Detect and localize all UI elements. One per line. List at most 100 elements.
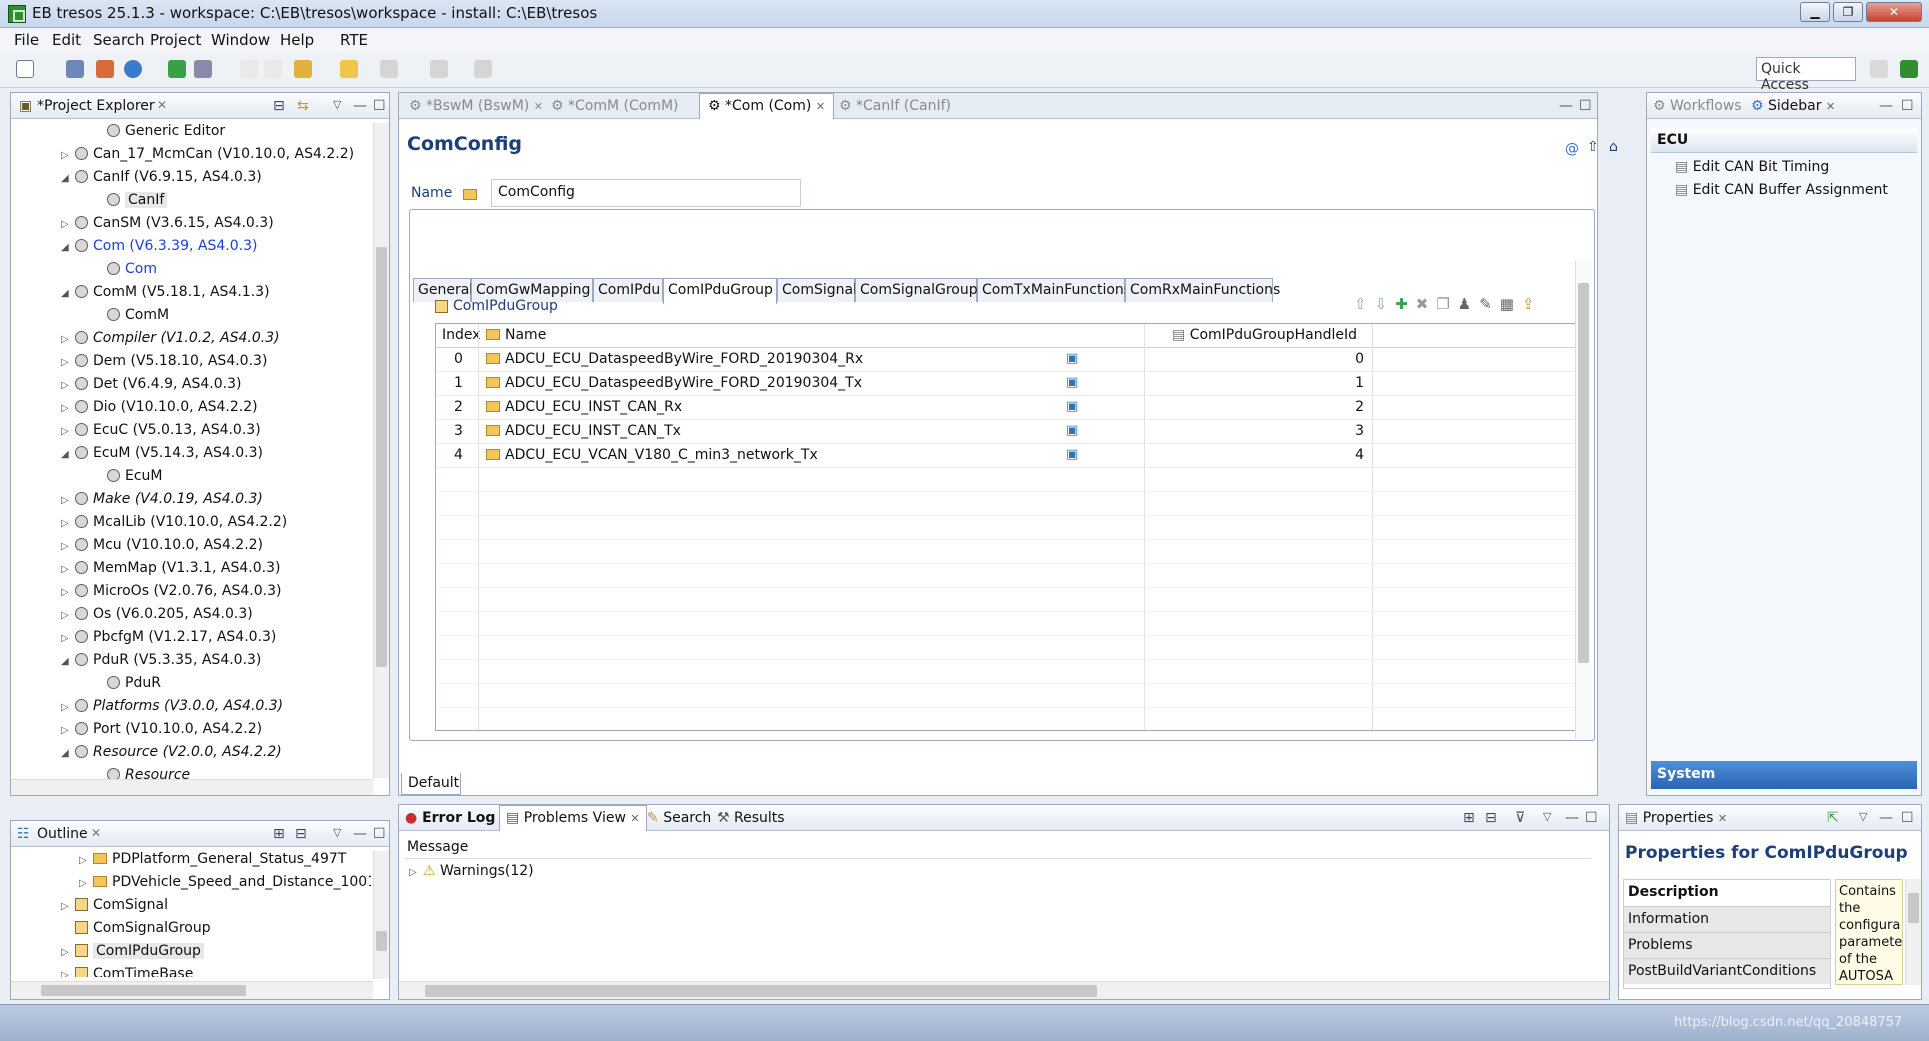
row-handle-id[interactable]: 1 bbox=[1216, 375, 1364, 391]
project-tree-item[interactable]: ComM bbox=[93, 307, 169, 323]
collapsed-arrow-icon[interactable]: ▷ bbox=[61, 587, 75, 598]
user-icon[interactable]: ♟ bbox=[1458, 295, 1479, 313]
open-perspective-icon[interactable] bbox=[1870, 60, 1888, 78]
new-icon[interactable] bbox=[16, 60, 34, 78]
expanded-arrow-icon[interactable]: ◢ bbox=[61, 173, 75, 184]
maximize-view-icon[interactable]: ☐ bbox=[1579, 98, 1592, 114]
table-icon[interactable]: ▦ bbox=[1500, 295, 1522, 313]
perspective-icon[interactable] bbox=[1900, 60, 1918, 78]
table-row[interactable]: 3 ADCU_ECU_INST_CAN_Tx ▣ 3 bbox=[436, 420, 1578, 444]
pin-icon[interactable]: ⇱ bbox=[1827, 810, 1839, 826]
project-tree-item[interactable]: Com bbox=[93, 261, 157, 277]
minimize-view-icon[interactable]: — bbox=[353, 826, 367, 842]
collapsed-arrow-icon[interactable]: ▷ bbox=[61, 725, 75, 736]
edit-can-bit-timing-link[interactable]: ▤ Edit CAN Bit Timing bbox=[1675, 159, 1829, 175]
project-tree-item[interactable]: ▷ PbcfgM (V1.2.17, AS4.0.3) bbox=[61, 629, 276, 645]
up-icon[interactable]: ⇧ bbox=[1587, 139, 1599, 155]
minimize-view-icon[interactable]: — bbox=[1565, 810, 1579, 826]
row-name[interactable]: ADCU_ECU_DataspeedByWire_FORD_20190304_R… bbox=[486, 351, 863, 367]
collapsed-arrow-icon[interactable]: ▷ bbox=[61, 380, 75, 391]
collapsed-arrow-icon[interactable]: ▷ bbox=[61, 426, 75, 437]
quick-access-input[interactable]: Quick Access bbox=[1756, 57, 1856, 93]
project-tree-item[interactable]: ◢ CanIf (V6.9.15, AS4.0.3) bbox=[61, 169, 262, 185]
collapsed-arrow-icon[interactable]: ▷ bbox=[61, 610, 75, 621]
results-tab[interactable]: ⚒ Results bbox=[717, 810, 785, 826]
view-menu-icon[interactable]: ▽ bbox=[1859, 810, 1867, 823]
menu-window[interactable]: Window bbox=[211, 31, 270, 49]
undo-icon[interactable] bbox=[240, 60, 258, 78]
menu-rte[interactable]: RTE bbox=[340, 31, 368, 49]
nav-up-icon[interactable] bbox=[430, 60, 448, 78]
project-tree-item[interactable]: ▷ Can_17_McmCan (V10.10.0, AS4.2.2) bbox=[61, 146, 354, 162]
menu-project[interactable]: Project bbox=[150, 31, 201, 49]
globe-icon[interactable] bbox=[124, 60, 142, 78]
table-row[interactable]: 1 ADCU_ECU_DataspeedByWire_FORD_20190304_… bbox=[436, 372, 1578, 396]
project-tree-item[interactable]: ▷ Det (V6.4.9, AS4.0.3) bbox=[61, 376, 241, 392]
maximize-view-icon[interactable]: ☐ bbox=[373, 98, 386, 114]
home-icon[interactable]: ⌂ bbox=[1609, 139, 1618, 155]
maximize-icon[interactable]: ❐ bbox=[1833, 2, 1863, 22]
maximize-view-icon[interactable]: ☐ bbox=[1901, 98, 1914, 114]
project-tree-item[interactable]: ▷ McalLib (V10.10.0, AS4.2.2) bbox=[61, 514, 287, 530]
project-tree-item[interactable]: ◢ PduR (V5.3.35, AS4.0.3) bbox=[61, 652, 261, 668]
collapse-all-icon[interactable]: ⊟ bbox=[273, 98, 285, 114]
project-tree-item[interactable]: CanIf bbox=[93, 192, 168, 208]
minimize-view-icon[interactable]: — bbox=[1559, 98, 1573, 114]
expanded-arrow-icon[interactable]: ◢ bbox=[61, 656, 75, 667]
subtab-comtxmainfunctions[interactable]: ComTxMainFunctions bbox=[977, 278, 1131, 302]
row-handle-id[interactable]: 3 bbox=[1216, 423, 1364, 439]
check-icon[interactable] bbox=[168, 60, 186, 78]
ecu-group-header[interactable]: ECU bbox=[1651, 129, 1917, 153]
subtab-comsignal[interactable]: ComSignal bbox=[777, 278, 857, 302]
system-group-header[interactable]: System bbox=[1651, 761, 1917, 789]
minimize-view-icon[interactable]: — bbox=[1879, 810, 1893, 826]
row-handle-id[interactable]: 4 bbox=[1216, 447, 1364, 463]
sidebar-tab[interactable]: ⚙ Sidebar ✕ bbox=[1751, 98, 1835, 114]
maximize-view-icon[interactable]: ☐ bbox=[1901, 810, 1914, 826]
outline-vscroll[interactable] bbox=[373, 851, 389, 979]
wand-icon[interactable] bbox=[294, 60, 312, 78]
project-tree-item[interactable]: ▷ Os (V6.0.205, AS4.0.3) bbox=[61, 606, 253, 622]
view-menu-icon[interactable]: ▽ bbox=[333, 98, 341, 111]
row-handle-id[interactable]: 0 bbox=[1216, 351, 1364, 367]
row-name[interactable]: ADCU_ECU_INST_CAN_Tx bbox=[486, 423, 681, 439]
project-tree-item[interactable]: ◢ Com (V6.3.39, AS4.0.3) bbox=[61, 238, 257, 254]
editor-tab-comm[interactable]: ⚙ *ComM (ComM) bbox=[551, 98, 679, 114]
editor-tab-bswm[interactable]: ⚙ *BswM (BswM) ✕ bbox=[409, 98, 543, 114]
close-icon[interactable]: ✕ bbox=[157, 98, 167, 112]
collapsed-arrow-icon[interactable]: ▷ bbox=[61, 901, 75, 912]
menu-search[interactable]: Search bbox=[93, 31, 145, 49]
collapsed-arrow-icon[interactable]: ▷ bbox=[79, 855, 93, 866]
edit-icon[interactable] bbox=[96, 60, 114, 78]
project-tree-item[interactable]: ▷ Mcu (V10.10.0, AS4.2.2) bbox=[61, 537, 263, 553]
expanded-arrow-icon[interactable]: ◢ bbox=[61, 449, 75, 460]
maximize-view-icon[interactable]: ☐ bbox=[373, 826, 386, 842]
collapsed-arrow-icon[interactable]: ▷ bbox=[61, 219, 75, 230]
editor-tab-com[interactable]: ⚙ *Com (Com) ✕ bbox=[699, 93, 835, 119]
outline-hscroll[interactable] bbox=[11, 981, 373, 999]
move-down-icon[interactable]: ⇩ bbox=[1375, 295, 1396, 313]
view-menu-icon[interactable]: ▽ bbox=[1543, 810, 1551, 823]
default-tab[interactable]: Default bbox=[401, 773, 461, 795]
pencil-icon[interactable]: ✎ bbox=[1479, 295, 1500, 313]
collapsed-arrow-icon[interactable]: ▷ bbox=[61, 334, 75, 345]
collapsed-arrow-icon[interactable]: ▷ bbox=[61, 495, 75, 506]
problems-view-tab[interactable]: ▤ Problems View ✕ bbox=[499, 805, 647, 831]
row-name[interactable]: ADCU_ECU_DataspeedByWire_FORD_20190304_T… bbox=[486, 375, 862, 391]
scroll-thumb[interactable] bbox=[1908, 893, 1919, 923]
editor-vscroll[interactable] bbox=[1575, 261, 1591, 739]
move-up-icon[interactable]: ⇧ bbox=[1354, 295, 1375, 313]
reference-icon[interactable]: ▣ bbox=[1066, 375, 1078, 390]
outline-item[interactable]: ▷ ComSignal bbox=[61, 897, 168, 913]
row-name[interactable]: ADCU_ECU_VCAN_V180_C_min3_network_Tx bbox=[486, 447, 818, 463]
expanded-arrow-icon[interactable]: ◢ bbox=[61, 748, 75, 759]
table-row[interactable]: 0 ADCU_ECU_DataspeedByWire_FORD_20190304_… bbox=[436, 348, 1578, 372]
export-icon[interactable]: ⇪ bbox=[1522, 295, 1543, 313]
project-tree-item[interactable]: ◢ EcuM (V5.14.3, AS4.0.3) bbox=[61, 445, 263, 461]
add-icon[interactable]: ✚ bbox=[1395, 295, 1416, 313]
subtab-comsignalgroup[interactable]: ComSignalGroup bbox=[855, 278, 978, 302]
scroll-thumb[interactable] bbox=[1578, 283, 1589, 663]
bottom-hscroll[interactable] bbox=[399, 981, 1609, 999]
project-explorer-hscroll[interactable] bbox=[11, 779, 373, 795]
minimize-view-icon[interactable]: — bbox=[1879, 98, 1893, 114]
